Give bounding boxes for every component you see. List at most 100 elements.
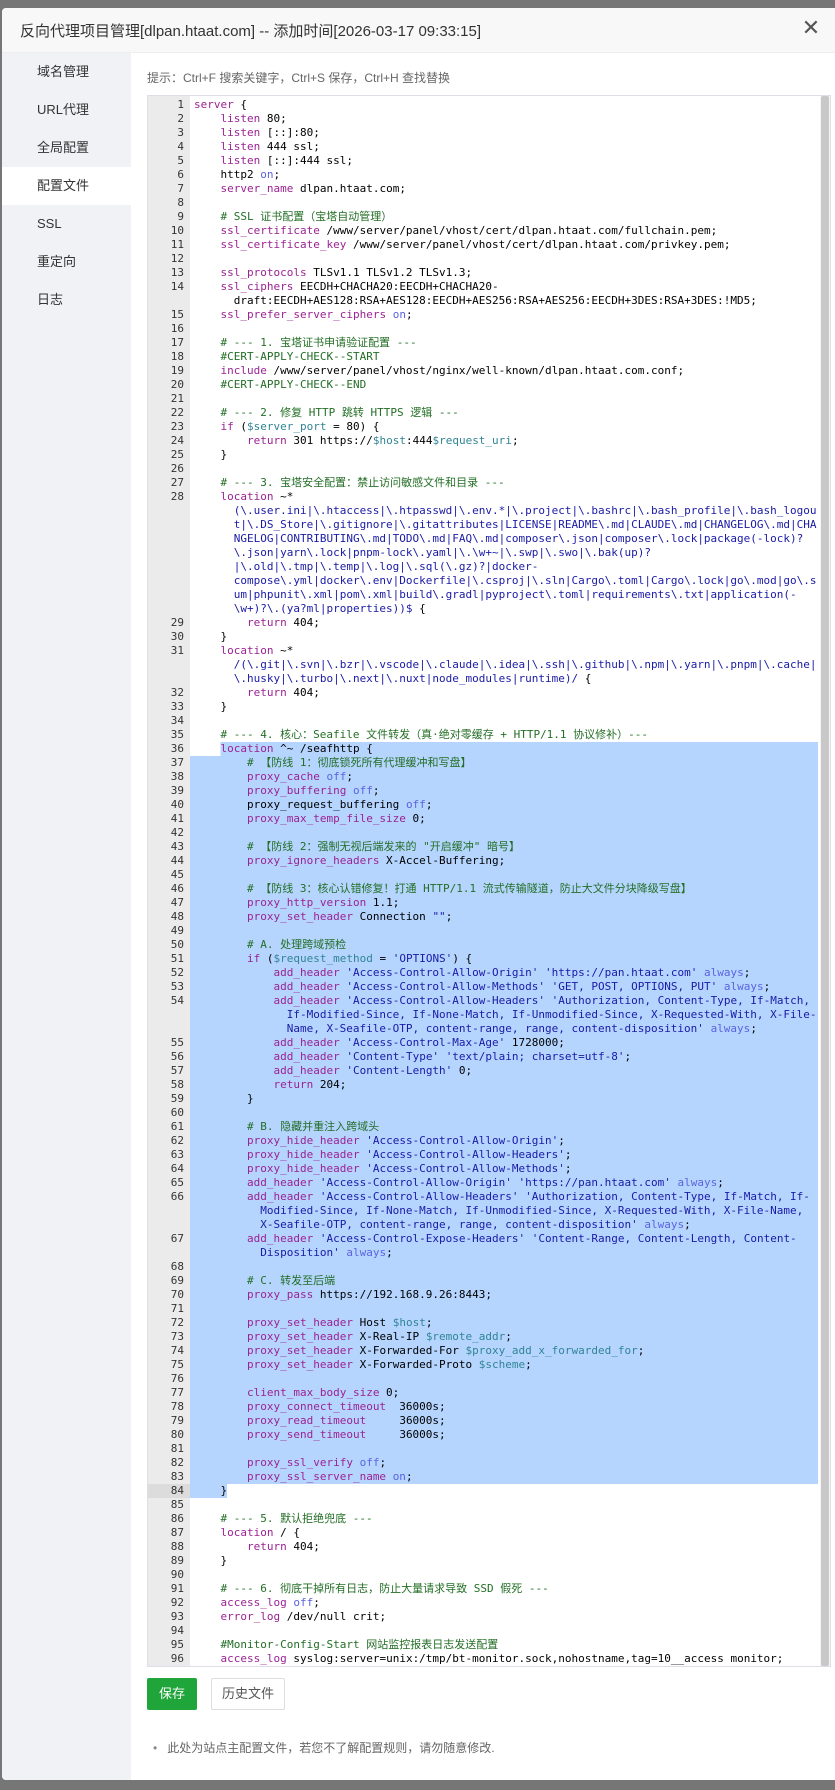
line-number: 50 (170, 938, 184, 951)
line-number: 91 (170, 1582, 184, 1595)
line-text: add_header 'Access-Control-Allow-Origin'… (190, 1176, 818, 1190)
code-line: 72 proxy_set_header Host $host; (148, 1316, 818, 1330)
code-line: 62 proxy_hide_header 'Access-Control-All… (148, 1134, 818, 1148)
line-text: # SSL 证书配置（宝塔自动管理） (220, 210, 393, 223)
code-line: 18 #CERT-APPLY-CHECK--START (148, 350, 818, 364)
line-text: add_header 'Content-Length' 0; (190, 1064, 818, 1078)
history-files-button[interactable]: 历史文件 (211, 1678, 285, 1710)
sidebar-item[interactable]: 全局配置 (2, 129, 131, 167)
line-number: 42 (170, 826, 184, 839)
line-number: 27 (170, 476, 184, 489)
line-number: 90 (170, 1568, 184, 1581)
line-number: 28 (170, 490, 184, 503)
code-line: 44 proxy_ignore_headers X-Accel-Bufferin… (148, 854, 818, 868)
line-text: proxy_set_header X-Forwarded-For $proxy_… (190, 1344, 818, 1358)
line-number: 55 (170, 1036, 184, 1049)
scrollbar-thumb[interactable] (821, 96, 829, 1666)
line-number: 54 (170, 994, 184, 1007)
line-text: # --- 5. 默认拒绝兜底 --- (220, 1512, 373, 1525)
editor-scrollbar[interactable] (820, 96, 830, 1666)
line-number: 20 (170, 378, 184, 391)
sidebar-item[interactable]: SSL (2, 205, 131, 243)
code-line: 2 listen 80; (148, 112, 818, 126)
code-line: 30 } (148, 630, 818, 644)
sidebar-item[interactable]: 重定向 (2, 243, 131, 281)
line-number: 31 (170, 644, 184, 657)
code-content[interactable]: 1 server {2 listen 80; 3 listen [::]:80; 4 … (148, 98, 818, 1666)
line-number: 41 (170, 812, 184, 825)
line-number: 73 (170, 1330, 184, 1343)
code-line: 65 add_header 'Access-Control-Allow-Orig… (148, 1176, 818, 1190)
line-text: ssl_ciphers EECDH+CHACHA20:EECDH+CHACHA2… (220, 280, 757, 307)
line-number: 12 (170, 252, 184, 265)
line-number: 36 (170, 742, 184, 755)
code-line: 47 proxy_http_version 1.1; (148, 896, 818, 910)
code-line: 3 listen [::]:80; (148, 126, 818, 140)
line-number: 53 (170, 980, 184, 993)
sidebar-item[interactable]: 日志 (2, 281, 131, 319)
line-text: #CERT-APPLY-CHECK--END (220, 378, 367, 391)
line-text: } (194, 630, 228, 643)
code-line: 88 return 404; (148, 1540, 818, 1554)
code-line: 28 location ~* (\.user.ini|\.htaccess|\.… (148, 490, 818, 616)
line-text: ssl_protocols TLSv1.1 TLSv1.2 TLSv1.3; (220, 266, 473, 279)
line-text: # --- 1. 宝塔证书申请验证配置 --- (220, 336, 417, 349)
line-text: # --- 3. 宝塔安全配置：禁止访问敏感文件和目录 --- (220, 476, 505, 489)
sidebar-item[interactable]: 配置文件 (2, 167, 131, 205)
config-editor[interactable]: 1 server {2 listen 80; 3 listen [::]:80; 4 … (147, 95, 831, 1667)
line-number: 69 (170, 1274, 184, 1287)
config-warning-note: 此处为站点主配置文件，若您不了解配置规则，请勿随意修改. (153, 1739, 494, 1756)
line-number: 52 (170, 966, 184, 979)
line-number: 86 (170, 1512, 184, 1525)
code-line: 11 ssl_certificate_key /www/server/panel… (148, 238, 818, 252)
line-text: location ^~ /seafhttp { (190, 742, 818, 756)
line-number: 78 (170, 1400, 184, 1413)
sidebar-item[interactable]: 域名管理 (2, 53, 131, 91)
line-number: 26 (170, 462, 184, 475)
line-text (190, 868, 818, 882)
code-line: 25 } (148, 448, 818, 462)
save-button[interactable]: 保存 (147, 1678, 197, 1710)
code-line: 94 (148, 1624, 818, 1638)
line-number: 37 (170, 756, 184, 769)
line-text: return 404; (246, 686, 320, 699)
line-number: 80 (170, 1428, 184, 1441)
code-line: 41 proxy_max_temp_file_size 0; (148, 812, 818, 826)
code-line: 57 add_header 'Content-Length' 0; (148, 1064, 818, 1078)
code-line: 60 (148, 1106, 818, 1120)
code-line: 46 # 【防线 3：核心认错修复！打通 HTTP/1.1 流式传输隧道，防止大… (148, 882, 818, 896)
code-line: 81 (148, 1442, 818, 1456)
close-icon[interactable]: ✕ (799, 16, 823, 40)
line-number: 15 (170, 308, 184, 321)
code-line: 64 proxy_hide_header 'Access-Control-All… (148, 1162, 818, 1176)
line-text: client_max_body_size 0; (190, 1386, 818, 1400)
line-text: access_log off; (220, 1596, 320, 1609)
line-text: } (194, 700, 228, 713)
line-number: 6 (177, 168, 184, 181)
code-line: 77 client_max_body_size 0; (148, 1386, 818, 1400)
line-text: proxy_set_header X-Real-IP $remote_addr; (190, 1330, 818, 1344)
code-line: 37 # 【防线 1：彻底锁死所有代理缓冲和写盘】 (148, 756, 818, 770)
line-number: 89 (170, 1554, 184, 1567)
line-text: proxy_ignore_headers X-Accel-Buffering; (190, 854, 818, 868)
line-number: 23 (170, 420, 184, 433)
line-text (190, 1624, 818, 1638)
line-number: 72 (170, 1316, 184, 1329)
code-line: 67 add_header 'Access-Control-Expose-Hea… (148, 1232, 818, 1260)
line-text: add_header 'Content-Type' 'text/plain; c… (190, 1050, 818, 1064)
code-line: 23 if ($server_port = 80) { (148, 420, 818, 434)
sidebar-item[interactable]: URL代理 (2, 91, 131, 129)
line-number: 47 (170, 896, 184, 909)
code-line: 54 add_header 'Access-Control-Allow-Head… (148, 994, 818, 1036)
main-panel: 提示：Ctrl+F 搜索关键字，Ctrl+S 保存，Ctrl+H 查找替换 1s… (131, 53, 835, 1780)
code-line: 92 access_log off; (148, 1596, 818, 1610)
line-text: proxy_hide_header 'Access-Control-Allow-… (190, 1162, 818, 1176)
code-line: 14 ssl_ciphers EECDH+CHACHA20:EECDH+CHAC… (148, 280, 818, 308)
line-number: 65 (170, 1176, 184, 1189)
code-line: 31 location ~* /(\.git|\.svn|\.bzr|\.vsc… (148, 644, 818, 686)
line-text: proxy_hide_header 'Access-Control-Allow-… (190, 1148, 818, 1162)
line-number: 13 (170, 266, 184, 279)
line-text (190, 1260, 818, 1274)
line-text: proxy_ssl_server_name on; (190, 1470, 818, 1484)
line-number: 48 (170, 910, 184, 923)
